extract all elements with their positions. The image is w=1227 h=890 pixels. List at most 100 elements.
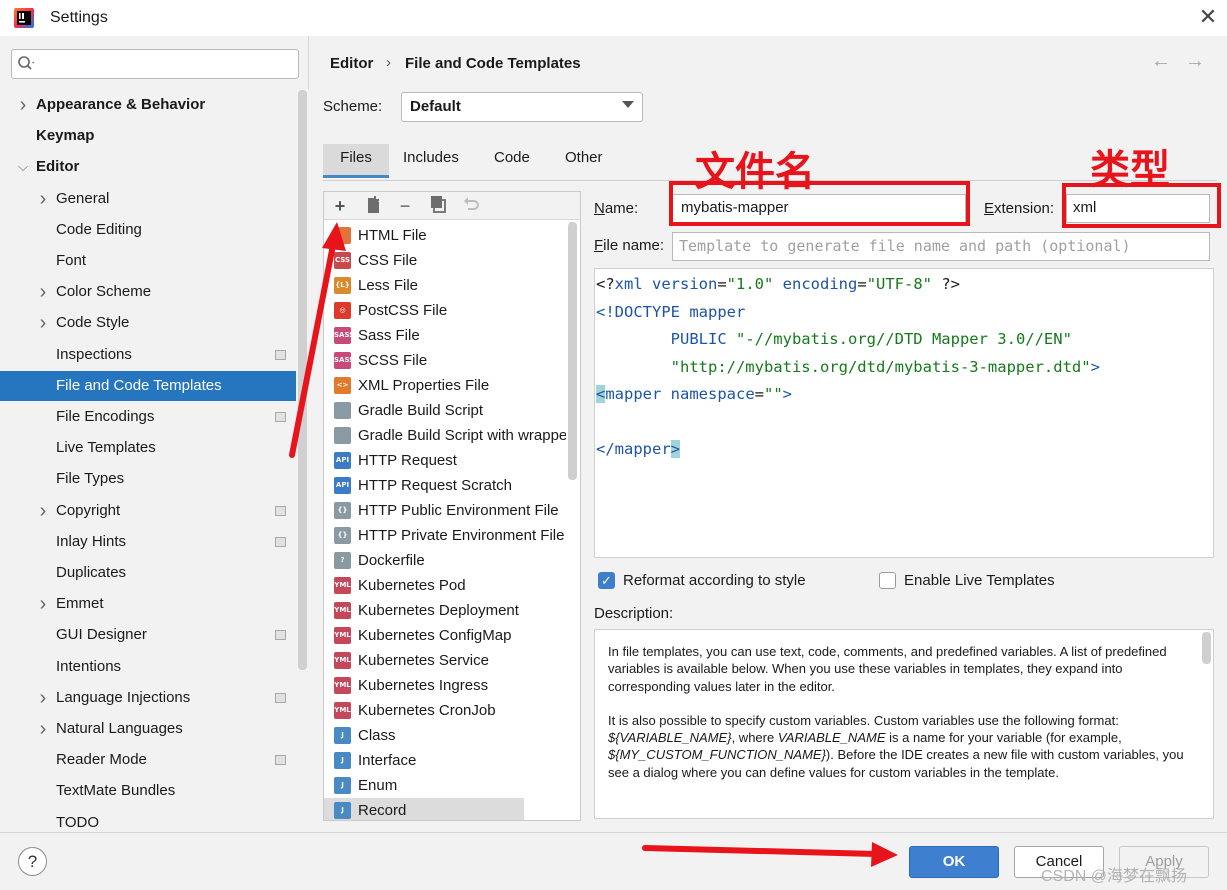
tab-includes[interactable]: Includes — [403, 148, 459, 178]
sidebar-item[interactable]: › Emmet — [0, 589, 296, 619]
template-item[interactable]: J Interface — [324, 748, 566, 773]
template-item[interactable]: YML Kubernetes Pod — [324, 573, 566, 598]
sidebar-item[interactable]: Inspections — [0, 340, 296, 370]
sidebar-item[interactable]: Code Editing — [0, 215, 296, 245]
file-name-label-rest: ile name: — [603, 237, 665, 254]
chevron-right-icon[interactable]: › — [36, 589, 50, 619]
template-item[interactable]: YML Kubernetes Deployment — [324, 598, 566, 623]
sidebar-item[interactable]: TODO — [0, 808, 296, 832]
sidebar-item[interactable]: Keymap — [0, 121, 296, 151]
yaml-file-icon: YML — [334, 652, 351, 669]
template-item[interactable]: <> XML Properties File — [324, 373, 566, 398]
templates-list-scroll-thumb[interactable] — [568, 222, 577, 480]
template-item[interactable]: J Record — [324, 798, 524, 820]
reformat-checkbox[interactable]: ✓ — [598, 572, 615, 589]
intellij-logo-icon — [14, 8, 34, 28]
ok-button[interactable]: OK — [909, 846, 999, 878]
template-item[interactable]: ◎ PostCSS File — [324, 298, 566, 323]
sidebar-item[interactable]: › Appearance & Behavior — [0, 90, 296, 120]
template-item[interactable]: {} HTTP Private Environment File — [324, 523, 566, 548]
tab-files[interactable]: Files — [323, 144, 389, 178]
description-scroll-thumb[interactable] — [1202, 632, 1211, 664]
sidebar-item-label: Copyright — [56, 501, 121, 519]
copy-icon[interactable] — [427, 195, 449, 217]
sidebar-item[interactable]: TextMate Bundles — [0, 776, 296, 806]
sidebar-item-label: File Encodings — [56, 408, 155, 425]
template-item[interactable]: YML Kubernetes CronJob — [324, 698, 566, 723]
template-item[interactable]: J Enum — [324, 773, 566, 798]
chevron-right-icon[interactable]: › — [36, 496, 50, 526]
add-icon[interactable]: + — [329, 195, 351, 217]
remove-icon[interactable]: − — [394, 195, 416, 217]
chevron-right-icon[interactable]: › — [36, 184, 50, 214]
live-templates-checkbox[interactable] — [879, 572, 896, 589]
template-item[interactable]: CSS CSS File — [324, 248, 566, 273]
live-templates-label[interactable]: Enable Live Templates — [904, 572, 1055, 589]
chevron-right-icon[interactable]: › — [36, 714, 50, 744]
sidebar-item[interactable]: Live Templates — [0, 433, 296, 463]
template-item[interactable]: J Class — [324, 723, 566, 748]
chevron-down-icon[interactable]: ⌵ — [16, 152, 30, 182]
template-item[interactable]: API HTTP Request — [324, 448, 566, 473]
chevron-right-icon[interactable]: › — [36, 308, 50, 338]
sidebar-item[interactable]: Reader Mode — [0, 745, 296, 775]
template-item-label: Kubernetes CronJob — [358, 702, 496, 719]
sidebar-item[interactable]: File Encodings — [0, 402, 296, 432]
tab-other[interactable]: Other — [565, 148, 603, 178]
chevron-right-icon[interactable]: › — [16, 90, 30, 120]
template-item-label: Gradle Build Script with wrapper — [358, 427, 566, 444]
template-item[interactable]: Gradle Build Script — [324, 398, 566, 423]
template-item[interactable]: {L} Less File — [324, 273, 566, 298]
template-item[interactable]: {} HTTP Public Environment File — [324, 498, 566, 523]
breadcrumb-parent[interactable]: Editor — [330, 55, 373, 72]
template-item-label: Gradle Build Script — [358, 402, 484, 419]
project-scope-icon — [275, 536, 286, 547]
sidebar-item[interactable]: › Language Injections — [0, 683, 296, 713]
sidebar-item[interactable]: ⌵ Editor — [0, 152, 296, 182]
reset-icon[interactable] — [460, 195, 482, 217]
code-token: "http://mybatis.org/dtd/mybatis-3-mapper… — [670, 358, 1091, 376]
sidebar-item[interactable]: Font — [0, 246, 296, 276]
chevron-right-icon[interactable]: › — [36, 277, 50, 307]
template-item[interactable]: HTML File — [324, 223, 566, 248]
sidebar-item[interactable]: › Color Scheme — [0, 277, 296, 307]
template-item[interactable]: SASS Sass File — [324, 323, 566, 348]
template-item-label: Kubernetes Pod — [358, 577, 466, 594]
add-child-icon[interactable] — [363, 195, 385, 217]
sidebar-item[interactable]: Intentions — [0, 652, 296, 682]
sidebar-item-label: Editor — [36, 158, 80, 176]
template-item[interactable]: YML Kubernetes ConfigMap — [324, 623, 566, 648]
forward-arrow-icon[interactable]: → — [1185, 50, 1205, 73]
close-icon[interactable]: ✕ — [1196, 6, 1220, 30]
reformat-label[interactable]: Reformat according to style — [623, 572, 806, 589]
template-item[interactable]: API HTTP Request Scratch — [324, 473, 566, 498]
sidebar-item[interactable]: › General — [0, 184, 296, 214]
sidebar-item[interactable]: › Copyright — [0, 496, 296, 526]
search-input[interactable] — [11, 49, 299, 79]
template-item[interactable]: SASS SCSS File — [324, 348, 566, 373]
sidebar-item[interactable]: File and Code Templates — [0, 370, 296, 401]
back-arrow-icon[interactable]: ← — [1151, 50, 1171, 73]
tab-code[interactable]: Code — [494, 148, 530, 178]
sidebar-item[interactable]: GUI Designer — [0, 620, 296, 650]
template-item[interactable]: Gradle Build Script with wrapper — [324, 423, 566, 448]
sidebar-item[interactable]: › Code Style — [0, 308, 296, 338]
sidebar-scroll-thumb[interactable] — [298, 90, 307, 670]
template-item-label: HTML File — [358, 227, 427, 244]
sidebar-item[interactable]: › Natural Languages — [0, 714, 296, 744]
project-scope-icon — [275, 349, 286, 360]
template-item-label: XML Properties File — [358, 377, 490, 394]
file-name-input[interactable]: Template to generate file name and path … — [672, 232, 1210, 261]
code-token: = — [754, 385, 764, 403]
extension-label: Extension: — [984, 200, 1054, 217]
sidebar-item-label: Natural Languages — [56, 720, 183, 737]
sidebar-item[interactable]: Duplicates — [0, 558, 296, 588]
template-item[interactable]: ? Dockerfile — [324, 548, 566, 573]
sidebar-item[interactable]: Inlay Hints — [0, 527, 296, 557]
sidebar-item[interactable]: File Types — [0, 464, 296, 494]
chevron-right-icon[interactable]: › — [36, 683, 50, 713]
extension-label-rest: xtension: — [994, 200, 1055, 217]
help-button[interactable]: ? — [18, 847, 47, 876]
template-item[interactable]: YML Kubernetes Ingress — [324, 673, 566, 698]
template-item[interactable]: YML Kubernetes Service — [324, 648, 566, 673]
